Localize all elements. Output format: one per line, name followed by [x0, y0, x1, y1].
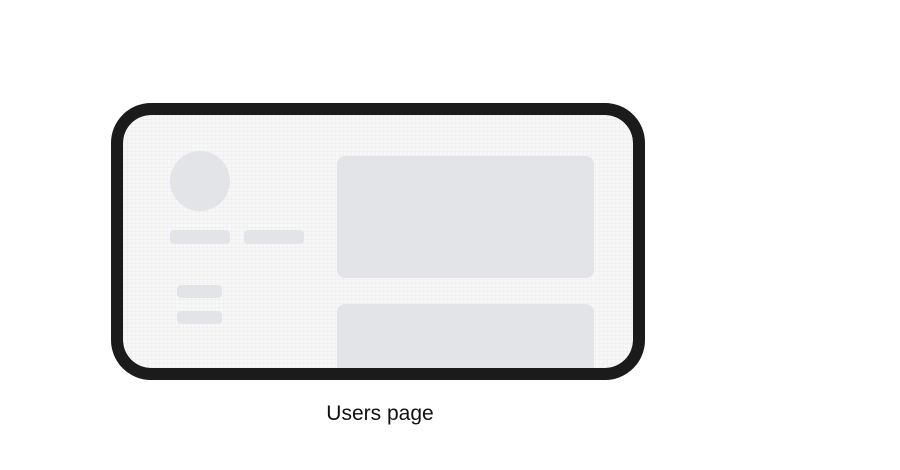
page-caption: Users page	[326, 402, 434, 425]
avatar-placeholder	[170, 151, 230, 211]
name-placeholder-pill	[244, 230, 304, 244]
device-screen	[123, 115, 633, 368]
device-frame	[111, 103, 645, 380]
content-card-placeholder	[337, 304, 594, 368]
canvas: Users page	[0, 0, 900, 470]
menu-item-placeholder	[177, 285, 222, 298]
name-placeholder-pill	[170, 230, 230, 244]
menu-item-placeholder	[177, 311, 222, 324]
content-card-placeholder	[337, 156, 594, 278]
